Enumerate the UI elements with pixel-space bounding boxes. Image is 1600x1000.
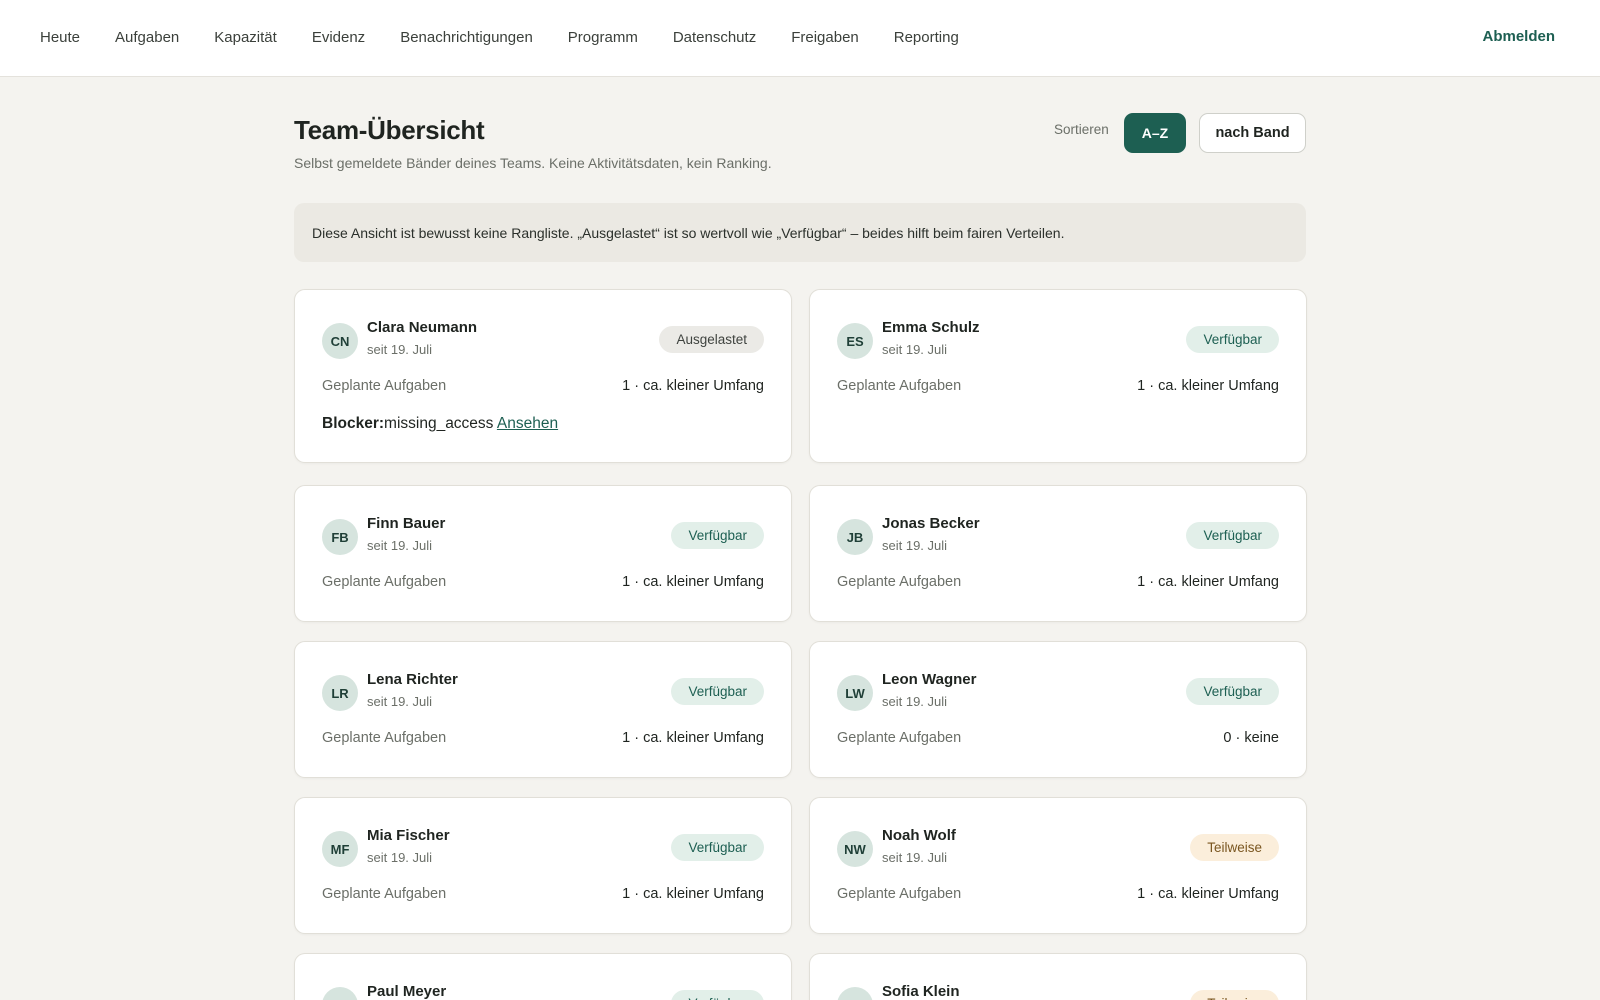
- member-name: Mia Fischer: [367, 827, 450, 844]
- member-name: Leon Wagner: [882, 671, 977, 688]
- avatar: JB: [837, 519, 873, 555]
- team-member-card: CN Clara Neumann seit 19. Juli Ausgelast…: [294, 289, 792, 463]
- logout-link[interactable]: Abmelden: [1482, 28, 1555, 45]
- planned-tasks-value: 1 · ca. kleiner Umfang: [622, 886, 764, 902]
- member-name: Paul Meyer: [367, 983, 447, 1000]
- member-name: Emma Schulz: [882, 319, 980, 336]
- team-member-card: NW Noah Wolf seit 19. Juli Teilweise Gep…: [809, 797, 1307, 934]
- main-nav: Heute Aufgaben Kapazität Evidenz Benachr…: [40, 0, 994, 75]
- member-name: Clara Neumann: [367, 319, 478, 336]
- page-title: Team-Übersicht: [294, 115, 485, 145]
- nav-item-evidenz[interactable]: Evidenz: [312, 29, 365, 46]
- nav-item-datenschutz[interactable]: Datenschutz: [673, 29, 756, 46]
- member-name: Noah Wolf: [882, 827, 956, 844]
- avatar: MF: [322, 831, 358, 867]
- planned-tasks-value: 1 · ca. kleiner Umfang: [622, 378, 764, 394]
- page-subtitle: Selbst gemeldete Bänder deines Teams. Ke…: [294, 155, 772, 171]
- avatar: NW: [837, 831, 873, 867]
- team-member-card: JB Jonas Becker seit 19. Juli Verfügbar …: [809, 485, 1307, 622]
- sort-az-button[interactable]: A–Z: [1124, 113, 1186, 153]
- member-name: Finn Bauer: [367, 515, 446, 532]
- planned-tasks-label: Geplante Aufgaben: [837, 730, 962, 746]
- member-since: seit 19. Juli: [882, 694, 948, 709]
- status-badge: Teilweise: [1190, 990, 1279, 1000]
- status-badge: Verfügbar: [1186, 522, 1279, 549]
- avatar: CN: [322, 323, 358, 359]
- member-name: Sofia Klein: [882, 983, 960, 1000]
- member-since: seit 19. Juli: [882, 538, 948, 553]
- nav-item-heute[interactable]: Heute: [40, 29, 80, 46]
- nav-item-freigaben[interactable]: Freigaben: [791, 29, 859, 46]
- planned-tasks-value: 1 · ca. kleiner Umfang: [622, 730, 764, 746]
- member-since: seit 19. Juli: [367, 538, 433, 553]
- status-badge: Verfügbar: [671, 990, 764, 1000]
- avatar: LW: [837, 675, 873, 711]
- status-badge: Verfügbar: [671, 678, 764, 705]
- info-notice-text: Diese Ansicht ist bewusst keine Ranglist…: [312, 224, 1065, 241]
- avatar: PM: [322, 987, 358, 1000]
- nav-item-aufgaben[interactable]: Aufgaben: [115, 29, 179, 46]
- team-member-card: LW Leon Wagner seit 19. Juli Verfügbar G…: [809, 641, 1307, 778]
- info-notice: Diese Ansicht ist bewusst keine Ranglist…: [294, 203, 1306, 262]
- planned-tasks-value: 1 · ca. kleiner Umfang: [1137, 378, 1279, 394]
- member-since: seit 19. Juli: [882, 850, 948, 865]
- planned-tasks-label: Geplante Aufgaben: [322, 730, 447, 746]
- status-badge: Verfügbar: [671, 522, 764, 549]
- member-name: Lena Richter: [367, 671, 458, 688]
- avatar: SK: [837, 987, 873, 1000]
- sort-by-band-button[interactable]: nach Band: [1199, 113, 1306, 153]
- planned-tasks-value: 1 · ca. kleiner Umfang: [622, 574, 764, 590]
- nav-item-benachrichtigungen[interactable]: Benachrichtigungen: [400, 29, 533, 46]
- status-badge: Teilweise: [1190, 834, 1279, 861]
- blocker-label: Blocker:: [322, 415, 385, 432]
- planned-tasks-label: Geplante Aufgaben: [322, 378, 447, 394]
- nav-item-reporting[interactable]: Reporting: [894, 29, 959, 46]
- status-badge: Ausgelastet: [659, 326, 764, 353]
- team-member-card: PM Paul Meyer Verfügbar: [294, 953, 792, 1000]
- planned-tasks-value: 0 · keine: [1223, 730, 1279, 746]
- avatar: ES: [837, 323, 873, 359]
- status-badge: Verfügbar: [1186, 678, 1279, 705]
- nav-item-kapazitaet[interactable]: Kapazität: [214, 29, 277, 46]
- status-badge: Verfügbar: [671, 834, 764, 861]
- team-member-card: LR Lena Richter seit 19. Juli Verfügbar …: [294, 641, 792, 778]
- team-member-card: MF Mia Fischer seit 19. Juli Verfügbar G…: [294, 797, 792, 934]
- team-member-card: SK Sofia Klein Teilweise: [809, 953, 1307, 1000]
- member-since: seit 19. Juli: [367, 850, 433, 865]
- planned-tasks-label: Geplante Aufgaben: [322, 574, 447, 590]
- status-badge: Verfügbar: [1186, 326, 1279, 353]
- member-since: seit 19. Juli: [367, 694, 433, 709]
- team-member-card: ES Emma Schulz seit 19. Juli Verfügbar G…: [809, 289, 1307, 463]
- planned-tasks-label: Geplante Aufgaben: [837, 886, 962, 902]
- planned-tasks-label: Geplante Aufgaben: [322, 886, 447, 902]
- blocker-value: missing_access: [384, 415, 494, 432]
- planned-tasks-value: 1 · ca. kleiner Umfang: [1137, 886, 1279, 902]
- team-member-card: FB Finn Bauer seit 19. Juli Verfügbar Ge…: [294, 485, 792, 622]
- avatar: FB: [322, 519, 358, 555]
- planned-tasks-label: Geplante Aufgaben: [837, 378, 962, 394]
- sort-label: Sortieren: [1054, 122, 1109, 137]
- nav-item-programm[interactable]: Programm: [568, 29, 638, 46]
- blocker-view-link[interactable]: Ansehen: [497, 415, 558, 432]
- avatar: LR: [322, 675, 358, 711]
- top-navigation-bar: Heute Aufgaben Kapazität Evidenz Benachr…: [0, 0, 1600, 77]
- member-name: Jonas Becker: [882, 515, 980, 532]
- blocker-line: Blocker:missing_access Ansehen: [322, 415, 558, 433]
- member-since: seit 19. Juli: [882, 342, 948, 357]
- member-since: seit 19. Juli: [367, 342, 433, 357]
- planned-tasks-value: 1 · ca. kleiner Umfang: [1137, 574, 1279, 590]
- planned-tasks-label: Geplante Aufgaben: [837, 574, 962, 590]
